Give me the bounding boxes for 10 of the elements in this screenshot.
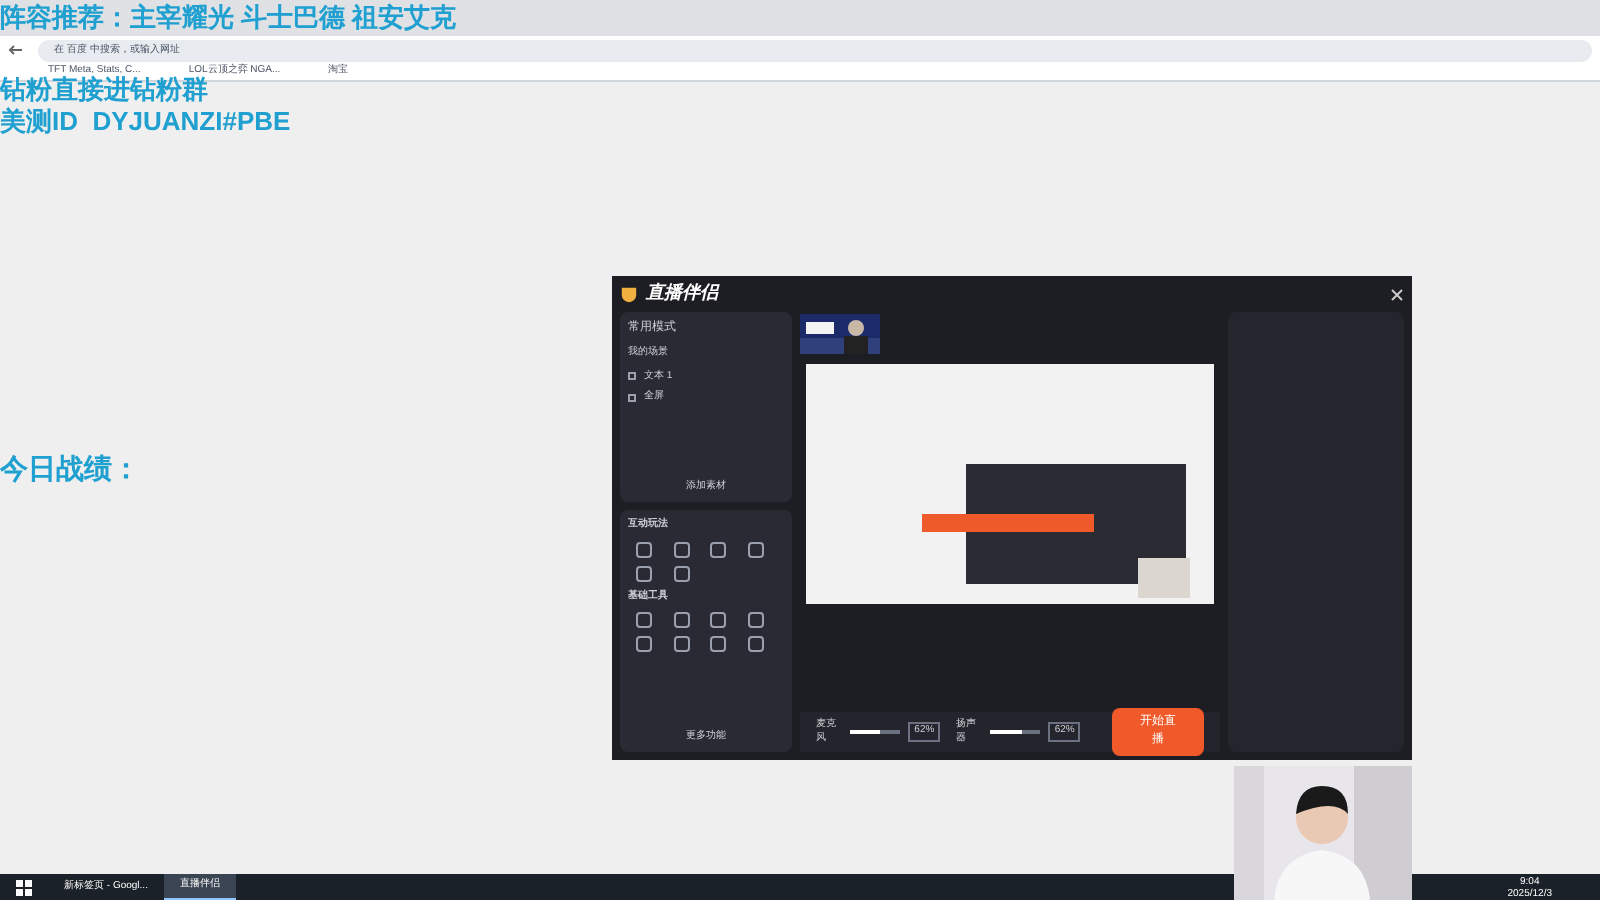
tool-icon[interactable]: [747, 541, 763, 557]
app-title: 直播伴侣: [646, 280, 718, 307]
overlay-text: 今日战绩：: [0, 450, 140, 488]
windows-icon[interactable]: [16, 879, 32, 895]
tool-icon[interactable]: [710, 541, 726, 557]
close-icon[interactable]: [1390, 287, 1404, 301]
overlay-text: 美测ID DYJUANZI#PBE: [0, 106, 293, 138]
back-icon[interactable]: [8, 44, 22, 56]
overlay-text: 阵容推荐：主宰耀光 斗士巴德 祖安艾克: [0, 2, 457, 34]
shield-icon: [620, 285, 638, 303]
